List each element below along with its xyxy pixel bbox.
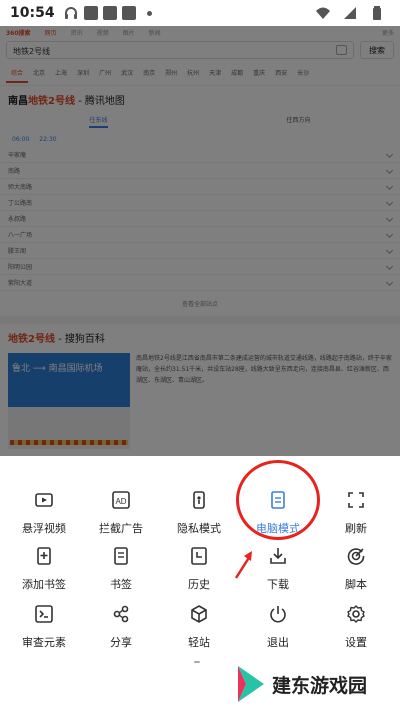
ad-block-icon: AD: [112, 491, 130, 509]
watermark-text: 建东游戏园: [272, 674, 368, 697]
status-time: 10:54: [10, 5, 55, 21]
menu-label: 分享: [110, 636, 132, 649]
status-bar: 10:54: [0, 0, 400, 26]
script-icon: [347, 548, 365, 565]
menu-label: 拦截广告: [99, 522, 143, 535]
menu-exit[interactable]: 退出: [238, 604, 318, 650]
watermark: 建东游戏园: [232, 664, 367, 704]
watermark-logo-icon: [238, 666, 264, 702]
headphones-icon: [64, 7, 77, 19]
menu-light-site[interactable]: 轻站: [159, 604, 239, 650]
menu-label: 历史: [188, 578, 210, 591]
menu-label: 刷新: [345, 522, 367, 535]
dot-icon: [146, 10, 152, 16]
menu-bookmarks[interactable]: 书签: [81, 546, 161, 592]
menu-label: 审查元素: [22, 636, 66, 649]
settings-icon: [347, 605, 365, 623]
menu-scripts[interactable]: 脚本: [316, 546, 396, 592]
menu-share[interactable]: 分享: [81, 604, 161, 650]
wifi-icon: [316, 7, 330, 19]
inspect-icon: [35, 605, 53, 623]
exit-icon: [270, 606, 286, 623]
notification-icon: [121, 6, 136, 20]
menu-label: 脚本: [345, 578, 367, 591]
annotation-circle: [236, 460, 320, 540]
menu-label: 轻站: [188, 636, 210, 649]
svg-text:AD: AD: [115, 497, 126, 506]
menu-label: 隐私模式: [177, 522, 221, 535]
menu-add-bookmark[interactable]: 添加书签: [4, 546, 84, 592]
menu-label: 设置: [345, 636, 367, 649]
add-bookmark-icon: [37, 547, 51, 565]
share-icon: [113, 605, 129, 623]
menu-ad-block[interactable]: AD 拦截广告: [81, 490, 161, 536]
menu-label: 添加书签: [22, 578, 66, 591]
floating-video-icon: [35, 493, 53, 507]
sheet-handle[interactable]: [194, 661, 200, 663]
menu-history[interactable]: 历史: [159, 546, 239, 592]
light-site-icon: [191, 605, 207, 623]
menu-label: 退出: [267, 636, 289, 649]
menu-privacy[interactable]: 隐私模式: [159, 490, 239, 536]
menu-floating-video[interactable]: 悬浮视频: [4, 490, 84, 536]
privacy-icon: [193, 491, 205, 509]
menu-settings[interactable]: 设置: [316, 604, 396, 650]
notification-icon: [83, 6, 98, 20]
history-icon: [191, 547, 207, 565]
annotation-arrow-icon: [234, 551, 252, 579]
bookmark-icon: [114, 547, 128, 565]
menu-label: 悬浮视频: [22, 522, 66, 535]
refresh-icon: [348, 492, 364, 508]
battery-icon: [373, 6, 381, 20]
dim-overlay[interactable]: [0, 26, 400, 456]
signal-icon: [344, 7, 356, 19]
menu-refresh[interactable]: 刷新: [316, 490, 396, 536]
menu-label: 书签: [110, 578, 132, 591]
menu-inspect-element[interactable]: 审查元素: [4, 604, 84, 650]
download-icon: [270, 548, 286, 564]
notification-icon: [102, 6, 117, 20]
